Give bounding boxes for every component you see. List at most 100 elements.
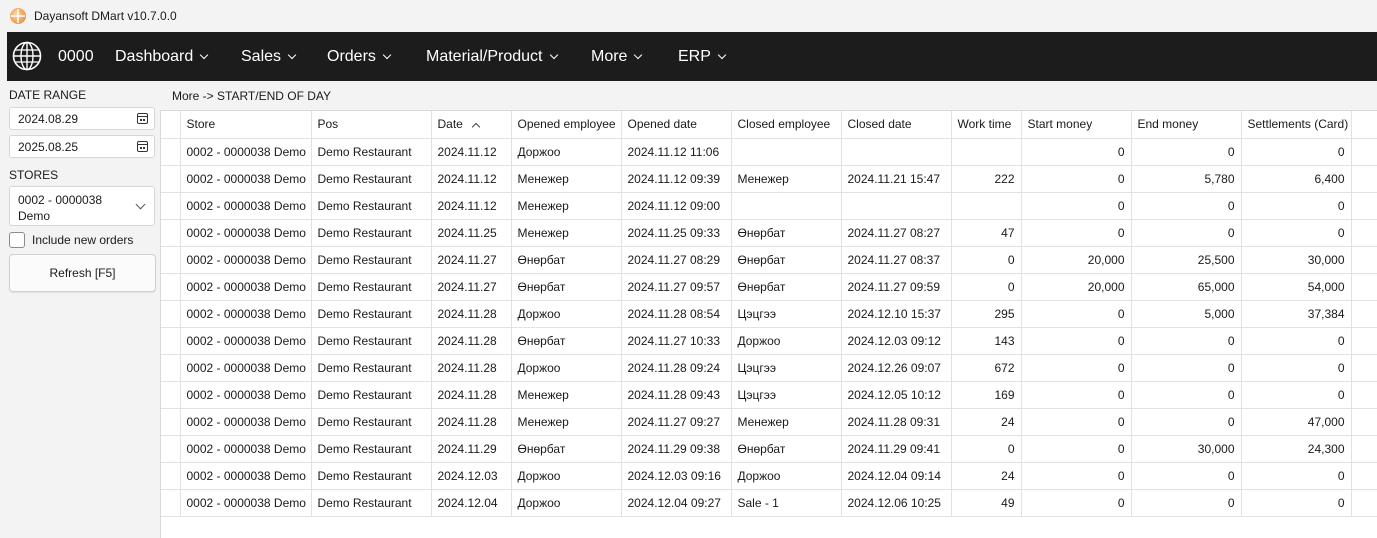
table-cell[interactable]: Доржоо — [511, 300, 622, 328]
table-cell[interactable]: 0002 - 0000038 Demo — [180, 354, 312, 382]
table-row[interactable]: 0002 - 0000038 Demo Demo Restaurant 2024.1… — [161, 435, 1377, 463]
table-cell[interactable]: Цэцгээ — [731, 354, 842, 382]
table-cell[interactable]: Demo Restaurant — [311, 165, 432, 193]
nav-dashboard[interactable]: Dashboard — [115, 48, 209, 66]
table-cell[interactable]: 2024.12.04 09:27 — [621, 489, 732, 517]
table-cell[interactable]: 0 — [1021, 354, 1132, 382]
table-cell[interactable]: 0 — [1131, 354, 1242, 382]
table-cell[interactable] — [951, 192, 1022, 220]
table-cell[interactable]: 49 — [951, 489, 1022, 517]
calendar-icon[interactable] — [137, 113, 148, 124]
table-cell[interactable]: 0 — [1241, 489, 1352, 517]
table-cell[interactable]: 0002 - 0000038 Demo — [180, 138, 312, 166]
table-cell[interactable]: 2024.12.26 09:07 — [841, 354, 952, 382]
table-cell[interactable]: 2024.11.21 15:47 — [841, 165, 952, 193]
table-cell[interactable]: 25,500 — [1131, 246, 1242, 274]
table-cell[interactable]: Өнөрбат — [731, 273, 842, 301]
table-cell[interactable]: 2024.11.27 08:37 — [841, 246, 952, 274]
table-cell[interactable]: 0 — [1241, 192, 1352, 220]
row-selector[interactable] — [161, 462, 181, 490]
table-cell[interactable]: 2024.12.03 09:16 — [621, 462, 732, 490]
table-row[interactable]: 0002 - 0000038 Demo Demo Restaurant 2024.1… — [161, 165, 1377, 193]
table-cell[interactable]: 0 — [1021, 489, 1132, 517]
row-selector[interactable] — [161, 246, 181, 274]
table-cell[interactable]: 2024.11.28 09:31 — [841, 408, 952, 436]
refresh-button[interactable]: Refresh [F5] — [9, 254, 156, 292]
table-cell[interactable]: Доржоо — [511, 462, 622, 490]
table-cell[interactable]: 672 — [951, 354, 1022, 382]
table-row[interactable]: 0002 - 0000038 Demo Demo Restaurant 2024.1… — [161, 300, 1377, 328]
table-cell[interactable]: Цэцгээ — [731, 381, 842, 409]
store-code[interactable]: 0000 — [58, 48, 94, 66]
table-cell[interactable]: 0 — [1021, 192, 1132, 220]
table-cell[interactable]: 2024.11.27 09:59 — [841, 273, 952, 301]
table-cell[interactable]: Менежер — [731, 408, 842, 436]
table-cell[interactable]: Demo Restaurant — [311, 381, 432, 409]
globe-logo-icon[interactable] — [12, 41, 42, 71]
table-cell[interactable]: Өнөрбат — [511, 273, 622, 301]
table-row[interactable]: 0002 - 0000038 Demo Demo Restaurant 2024.1… — [161, 273, 1377, 301]
column-header-work-time[interactable]: Work time — [951, 111, 1022, 139]
table-cell[interactable]: Өнөрбат — [731, 246, 842, 274]
table-cell[interactable]: 2024.11.27 — [431, 246, 512, 274]
table-cell[interactable]: 0 — [1241, 462, 1352, 490]
table-cell[interactable]: 6,400 — [1241, 165, 1352, 193]
table-cell[interactable]: 2024.11.28 — [431, 381, 512, 409]
table-cell[interactable]: 0 — [1131, 408, 1242, 436]
table-cell[interactable]: 0 — [1021, 327, 1132, 355]
row-selector[interactable] — [161, 408, 181, 436]
table-cell[interactable]: 24 — [951, 408, 1022, 436]
table-cell[interactable]: 54,000 — [1241, 273, 1352, 301]
table-cell[interactable]: 5,000 — [1131, 300, 1242, 328]
table-cell[interactable]: 5,780 — [1131, 165, 1242, 193]
row-selector[interactable] — [161, 489, 181, 517]
table-row[interactable]: 0002 - 0000038 Demo Demo Restaurant 2024.1… — [161, 219, 1377, 247]
table-cell[interactable]: 0 — [1021, 138, 1132, 166]
column-header-opened-employee[interactable]: Opened employee — [511, 111, 622, 139]
table-cell[interactable]: 2024.11.27 09:27 — [621, 408, 732, 436]
table-cell[interactable]: 0002 - 0000038 Demo — [180, 192, 312, 220]
table-row[interactable]: 0002 - 0000038 Demo Demo Restaurant 2024.1… — [161, 408, 1377, 436]
table-cell[interactable]: 0002 - 0000038 Demo — [180, 219, 312, 247]
table-cell[interactable]: 222 — [951, 165, 1022, 193]
table-cell[interactable]: 2024.11.12 — [431, 165, 512, 193]
table-cell[interactable]: 2024.11.28 — [431, 327, 512, 355]
table-row[interactable]: 0002 - 0000038 Demo Demo Restaurant 2024.1… — [161, 192, 1377, 220]
date-from-picker[interactable]: 2024.08.29 — [9, 107, 155, 130]
table-cell[interactable]: 2024.11.25 09:33 — [621, 219, 732, 247]
table-cell[interactable]: Өнөрбат — [511, 246, 622, 274]
table-cell[interactable]: Менежер — [511, 219, 622, 247]
table-cell[interactable] — [951, 138, 1022, 166]
table-cell[interactable]: 0 — [1241, 219, 1352, 247]
nav-sales[interactable]: Sales — [241, 48, 297, 66]
table-cell[interactable]: 2024.11.29 09:41 — [841, 435, 952, 463]
table-cell[interactable]: Доржоо — [511, 354, 622, 382]
table-cell[interactable]: 2024.12.03 09:12 — [841, 327, 952, 355]
table-cell[interactable]: 0 — [1131, 327, 1242, 355]
table-row[interactable]: 0002 - 0000038 Demo Demo Restaurant 2024.1… — [161, 138, 1377, 166]
row-selector[interactable] — [161, 165, 181, 193]
table-cell[interactable]: 2024.11.28 — [431, 408, 512, 436]
table-cell[interactable]: Demo Restaurant — [311, 354, 432, 382]
table-cell[interactable]: 0 — [1021, 381, 1132, 409]
table-cell[interactable]: 24 — [951, 462, 1022, 490]
row-selector[interactable] — [161, 354, 181, 382]
table-cell[interactable]: 0 — [1021, 219, 1132, 247]
table-cell[interactable]: 0 — [1021, 300, 1132, 328]
table-cell[interactable]: 0002 - 0000038 Demo — [180, 489, 312, 517]
table-cell[interactable] — [731, 138, 842, 166]
include-new-orders-label[interactable]: Include new orders — [32, 233, 133, 247]
table-cell[interactable]: 0 — [1021, 165, 1132, 193]
table-cell[interactable]: Demo Restaurant — [311, 300, 432, 328]
table-cell[interactable] — [731, 192, 842, 220]
table-cell[interactable]: Demo Restaurant — [311, 462, 432, 490]
column-header-date[interactable]: Date — [431, 111, 512, 139]
date-to-picker[interactable]: 2025.08.25 — [9, 135, 155, 158]
table-cell[interactable]: 0 — [1131, 192, 1242, 220]
table-cell[interactable]: 37,384 — [1241, 300, 1352, 328]
table-cell[interactable]: Менежер — [511, 165, 622, 193]
table-cell[interactable]: Өнөрбат — [731, 435, 842, 463]
table-cell[interactable]: Менежер — [511, 408, 622, 436]
table-cell[interactable]: Цэцгээ — [731, 300, 842, 328]
table-cell[interactable]: 0002 - 0000038 Demo — [180, 246, 312, 274]
